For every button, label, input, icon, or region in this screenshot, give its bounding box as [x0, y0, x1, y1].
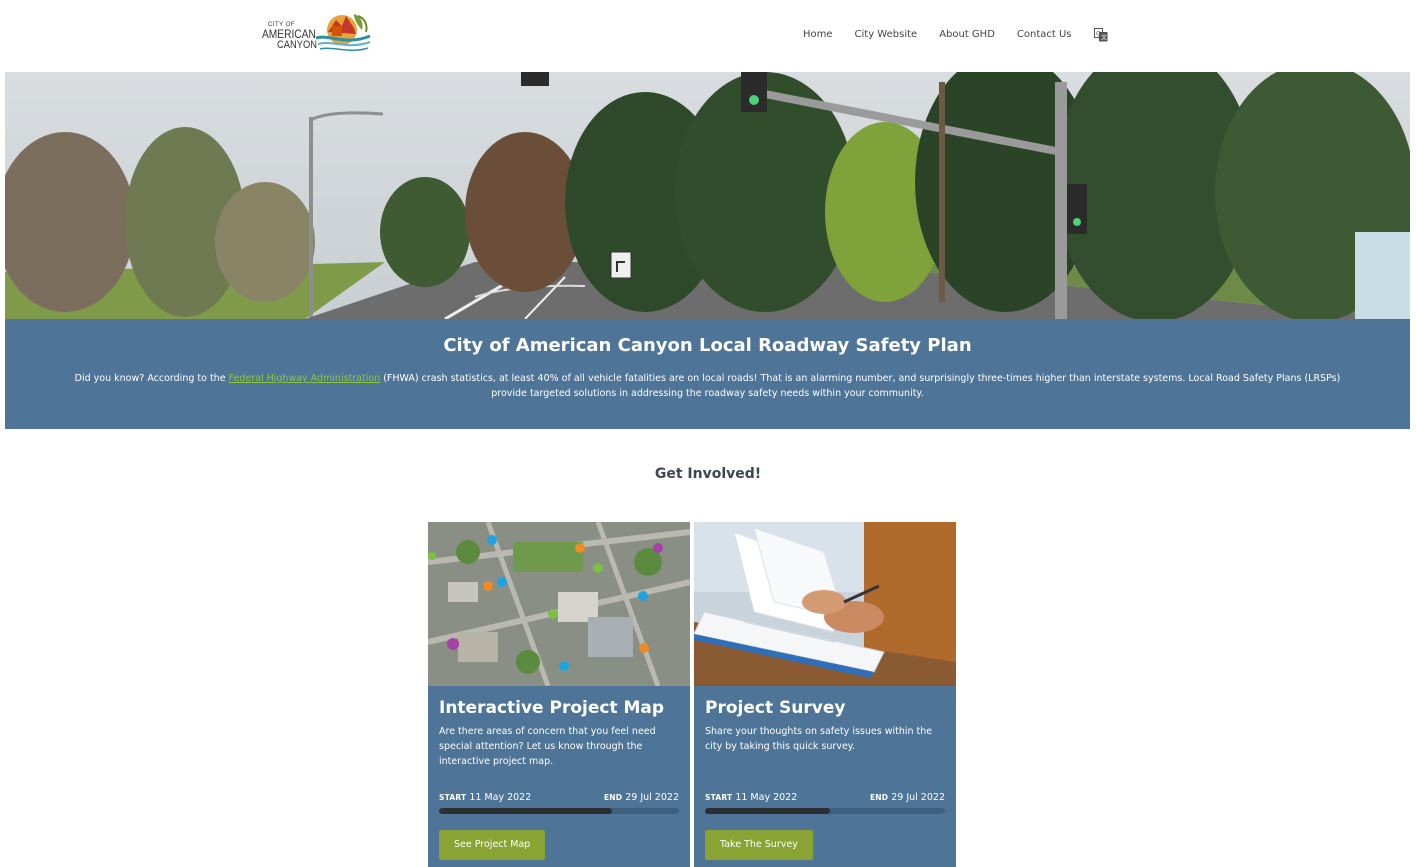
survey-document-image	[694, 522, 956, 686]
nav-contact-us[interactable]: Contact Us	[1017, 29, 1072, 40]
card-body: Interactive Project Map Are there areas …	[428, 686, 690, 867]
intro-text: Did you know? According to the Federal H…	[65, 371, 1350, 401]
nav-city-website[interactable]: City Website	[855, 29, 918, 40]
end-date-value: 29 Jul 2022	[625, 792, 679, 803]
intro-text-end: (FHWA) crash statistics, at least 40% of…	[380, 373, 1341, 399]
card-dates: START 11 May 2022 END 29 Jul 2022	[705, 792, 945, 803]
section-title: Get Involved!	[654, 466, 762, 482]
take-survey-button[interactable]: Take The Survey	[705, 830, 813, 860]
city-logo[interactable]: CITY OF AMERICAN CANYON	[262, 8, 374, 62]
end-date-value: 29 Jul 2022	[891, 792, 945, 803]
card-title: Project Survey	[705, 698, 846, 718]
progress-fill	[439, 808, 612, 814]
project-map-card: Interactive Project Map Are there areas …	[428, 522, 690, 867]
site-header: CITY OF AMERICAN CANYON Home City Websit…	[0, 0, 1416, 72]
progress-fill	[705, 808, 830, 814]
intro-banner: City of American Canyon Local Roadway Sa…	[5, 319, 1410, 429]
card-dates: START 11 May 2022 END 29 Jul 2022	[439, 792, 679, 803]
end-date: END 29 Jul 2022	[870, 792, 945, 803]
start-label: START	[705, 793, 733, 802]
page-title: City of American Canyon Local Roadway Sa…	[443, 335, 972, 356]
progress-bar	[439, 808, 679, 814]
end-date: END 29 Jul 2022	[604, 792, 679, 803]
nav-about-ghd[interactable]: About GHD	[939, 29, 995, 40]
start-date: START 11 May 2022	[439, 792, 531, 803]
project-survey-card: Project Survey Share your thoughts on sa…	[694, 522, 956, 867]
start-label: START	[439, 793, 467, 802]
logo-line-3: CANYON	[277, 39, 318, 51]
logo-text: CITY OF AMERICAN CANYON	[262, 22, 325, 51]
start-date-value: 11 May 2022	[735, 792, 798, 803]
aerial-map-image	[428, 522, 690, 686]
intro-text-start: Did you know? According to the	[74, 373, 229, 384]
start-date-value: 11 May 2022	[469, 792, 532, 803]
card-title: Interactive Project Map	[439, 698, 665, 718]
card-description: Share your thoughts on safety issues wit…	[705, 726, 933, 752]
fhwa-link[interactable]: Federal Highway Administration	[229, 373, 381, 384]
progress-bar	[705, 808, 945, 814]
translate-icon[interactable]: G 文	[1093, 27, 1108, 42]
see-project-map-button[interactable]: See Project Map	[439, 830, 546, 860]
card-body: Project Survey Share your thoughts on sa…	[694, 686, 956, 867]
end-label: END	[603, 793, 623, 802]
main-nav: Home City Website About GHD Contact Us G…	[803, 27, 1108, 42]
svg-text:文: 文	[1101, 34, 1107, 42]
nav-home[interactable]: Home	[803, 29, 833, 40]
card-description: Are there areas of concern that you feel…	[439, 726, 656, 767]
hero-street-image	[5, 72, 1410, 319]
start-date: START 11 May 2022	[705, 792, 797, 803]
end-label: END	[869, 793, 889, 802]
